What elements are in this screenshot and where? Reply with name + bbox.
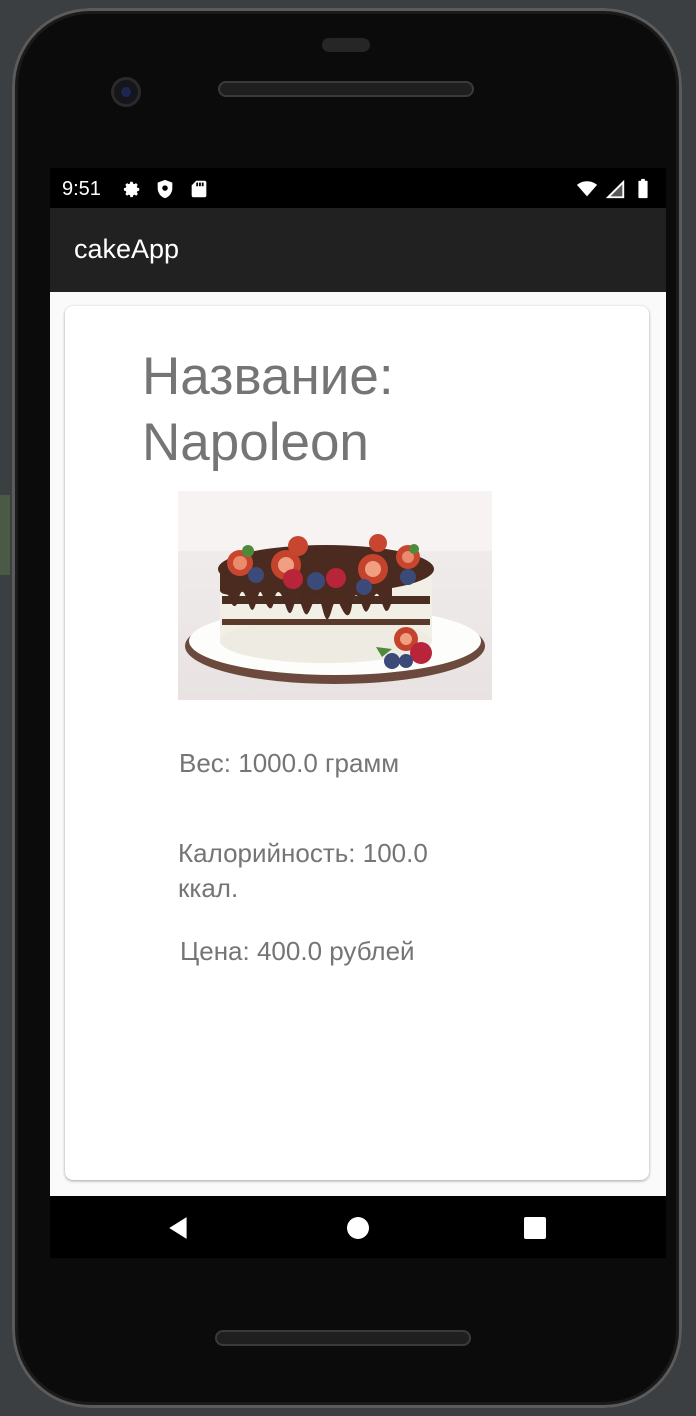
ide-gutter-highlight (0, 495, 10, 575)
cake-price: Цена: 400.0 рублей (180, 936, 415, 966)
earpiece-speaker (218, 81, 474, 97)
cake-weight: Вес: 1000.0 грамм (179, 748, 400, 778)
back-icon[interactable] (161, 1210, 197, 1246)
top-slot (322, 38, 370, 52)
phone-frame: 9:51 cakeApp Название: Napoleon Вес: 100… (12, 8, 682, 1408)
status-bar: 9:51 (50, 168, 666, 208)
home-icon[interactable] (340, 1210, 376, 1246)
navigation-bar (50, 1196, 666, 1258)
app-bar: cakeApp (50, 208, 666, 292)
battery-icon (638, 178, 648, 199)
cake-name: Название: Napoleon (142, 347, 394, 472)
cell-signal-icon (605, 179, 625, 199)
front-camera (111, 77, 141, 107)
sd-card-icon (191, 180, 207, 198)
app-title: cakeApp (74, 234, 180, 264)
device-screen: 9:51 cakeApp Название: Napoleon Вес: 100… (50, 168, 666, 1258)
shield-icon (157, 179, 173, 199)
cake-image (178, 491, 492, 700)
cake-calories: Калорийность: 100.0 ккал. (178, 838, 428, 903)
recents-icon[interactable] (517, 1210, 553, 1246)
status-time: 9:51 (62, 178, 101, 200)
content-area: Название: Napoleon Вес: 1000.0 грамм Кал… (50, 292, 666, 1196)
bottom-speaker (215, 1330, 471, 1346)
settings-icon (123, 181, 140, 198)
wifi-icon (576, 181, 598, 197)
cake-card[interactable]: Название: Napoleon Вес: 1000.0 грамм Кал… (65, 306, 649, 1180)
